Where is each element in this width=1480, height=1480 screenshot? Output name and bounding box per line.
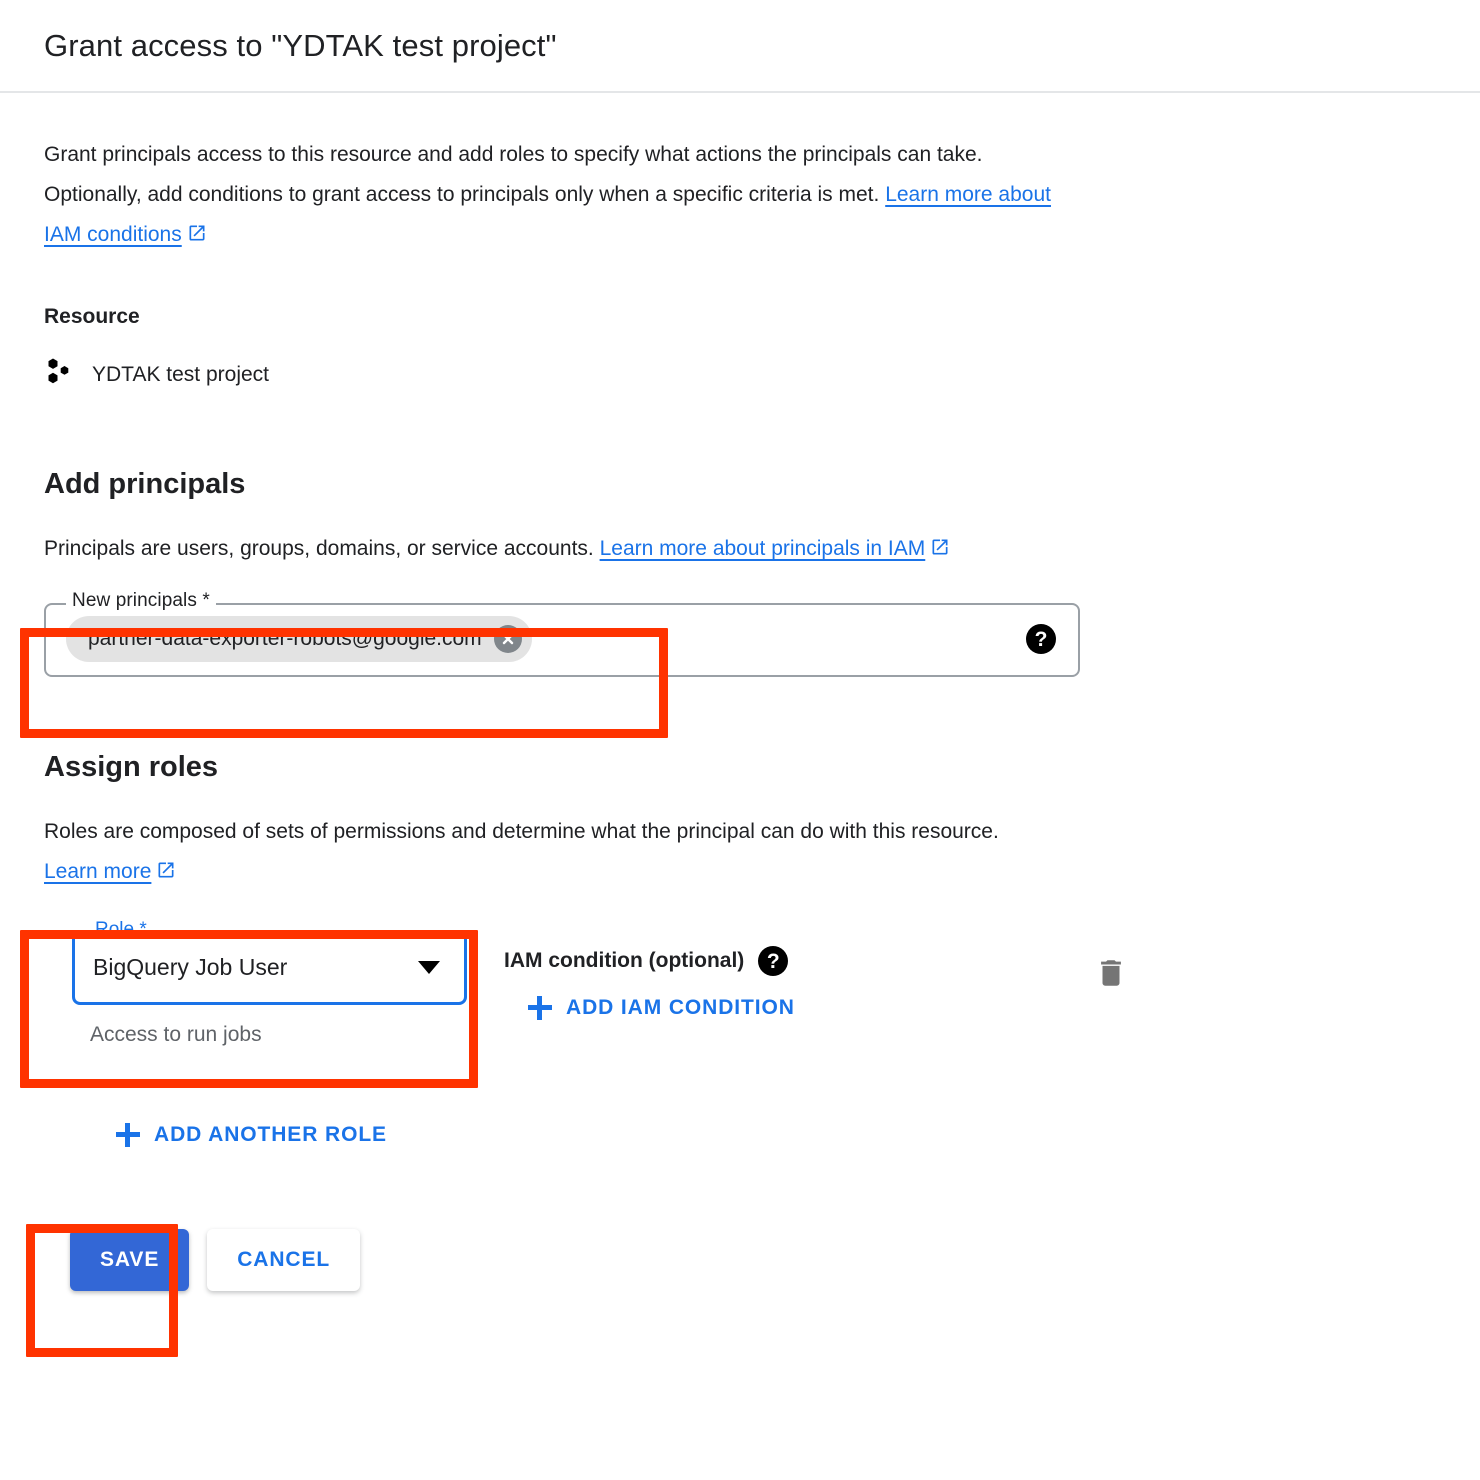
add-another-role-button[interactable]: ADD ANOTHER ROLE [106,1115,397,1155]
close-circle-icon[interactable] [493,625,522,653]
add-principals-heading: Add principals [44,468,246,500]
save-button[interactable]: SAVE [70,1229,190,1291]
learn-more-roles-label: Learn more [44,860,152,883]
iam-condition-column: IAM condition (optional) ? ADD IAM CONDI… [504,930,964,1028]
plus-icon [528,996,552,1020]
assign-roles-section: Assign roles Roles are composed of sets … [44,751,1436,1155]
resource-name: YDTAK test project [92,362,270,386]
assign-roles-heading: Assign roles [44,751,219,783]
add-another-role-label: ADD ANOTHER ROLE [154,1123,387,1146]
learn-more-principals-link[interactable]: Learn more about principals in IAM [600,537,926,560]
gcp-project-icon [44,357,74,392]
page-title: Grant access to "YDTAK test project" [44,27,557,63]
role-select-value: BigQuery Job User [93,954,288,980]
trash-icon[interactable] [1094,960,1128,994]
resource-row: YDTAK test project [44,357,1436,392]
delete-role-column [964,930,1128,995]
assign-roles-description: Roles are composed of sets of permission… [44,812,1056,894]
learn-more-roles-link[interactable]: Learn more [44,860,151,883]
principal-chip[interactable]: partner-data-exporter-robots@google.com [66,616,532,662]
principal-chip-label: partner-data-exporter-robots@google.com [88,627,482,650]
new-principals-label: New principals * [66,590,216,612]
external-link-icon [187,217,207,257]
assign-roles-description-text: Roles are composed of sets of permission… [44,820,999,843]
help-icon[interactable]: ? [758,946,789,976]
dialog-actions: SAVE CANCEL [70,1229,1436,1291]
iam-condition-label: IAM condition (optional) [504,949,745,972]
role-select-hint: Access to run jobs [90,1023,262,1046]
chevron-down-icon [418,961,440,974]
help-icon[interactable]: ? [1026,624,1056,654]
learn-more-principals-label: Learn more about principals in IAM [599,537,926,560]
resource-section-label: Resource [44,305,140,328]
add-iam-condition-button[interactable]: ADD IAM CONDITION [518,988,805,1028]
intro-paragraph: Grant principals access to this resource… [44,135,1059,257]
iam-condition-title-row: IAM condition (optional) ? [504,946,964,976]
new-principals-field-wrapper[interactable]: New principals * partner-data-exporter-r… [44,590,1080,677]
external-link-icon [930,531,950,571]
add-principals-section: Add principals Principals are users, gro… [44,468,1436,677]
cancel-button[interactable]: CANCEL [207,1229,361,1291]
add-principals-description: Principals are users, groups, domains, o… [44,529,1056,571]
plus-icon [116,1123,140,1147]
role-row: BigQuery Job User Role * Access to run j… [44,919,1436,1047]
dialog-header: Grant access to "YDTAK test project" [0,0,1480,93]
role-select-label: Role * [89,919,153,941]
intro-text: Grant principals access to this resource… [44,143,983,206]
new-principals-help-wrapper[interactable]: ? [1026,624,1056,654]
add-principals-description-text: Principals are users, groups, domains, o… [44,537,594,560]
dialog-body: Grant principals access to this resource… [0,135,1480,1291]
add-iam-condition-label: ADD IAM CONDITION [566,996,795,1019]
role-select[interactable]: BigQuery Job User Role * [72,919,467,1005]
role-column: BigQuery Job User Role * Access to run j… [44,919,504,1047]
external-link-icon [156,854,176,894]
